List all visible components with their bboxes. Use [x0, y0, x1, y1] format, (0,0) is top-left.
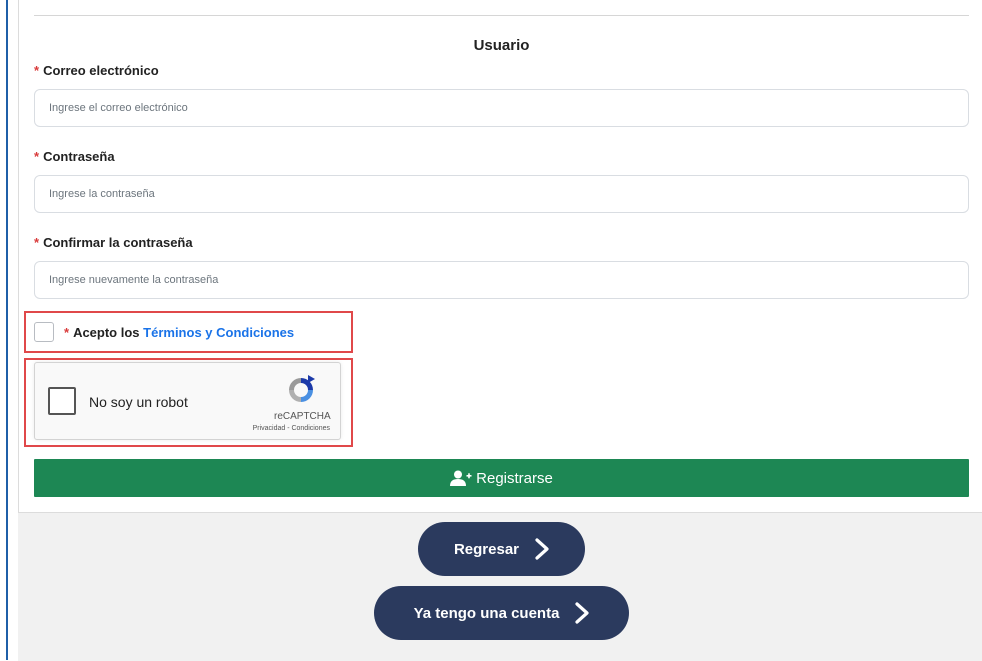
page-left-border: [6, 0, 8, 660]
captcha-checkbox[interactable]: [48, 387, 76, 415]
section-title: Usuario: [473, 37, 530, 54]
register-button[interactable]: Registrarse: [34, 459, 969, 497]
have-account-button[interactable]: Ya tengo una cuenta: [374, 586, 629, 640]
chevron-right-icon: [535, 538, 549, 560]
captcha-privacy-links[interactable]: Privacidad - Condiciones: [238, 425, 330, 432]
required-marker: *: [34, 149, 40, 164]
captcha-label: No soy un robot: [89, 394, 188, 410]
terms-prefix: Acepto los: [73, 325, 140, 340]
confirm-password-label: * Confirmar la contraseña: [34, 235, 193, 250]
email-field[interactable]: [34, 89, 969, 127]
password-label-text: Contraseña: [43, 149, 115, 164]
email-label: * Correo electrónico: [34, 63, 159, 78]
register-button-label: Registrarse: [476, 469, 553, 487]
required-marker: *: [34, 235, 40, 250]
password-field[interactable]: [34, 175, 969, 213]
user-plus-icon: [450, 470, 472, 486]
recaptcha-logo-icon: [289, 375, 315, 402]
confirm-password-label-text: Confirmar la contraseña: [43, 235, 193, 250]
confirm-password-field[interactable]: [34, 261, 969, 299]
captcha-brand: reCAPTCHA: [274, 411, 331, 422]
terms-label: * Acepto los Términos y Condiciones: [64, 325, 294, 340]
terms-link[interactable]: Términos y Condiciones: [143, 325, 294, 340]
back-button-label: Regresar: [453, 540, 520, 558]
have-account-button-label: Ya tengo una cuenta: [413, 604, 560, 622]
required-marker: *: [64, 325, 70, 340]
chevron-right-icon: [575, 602, 590, 624]
required-marker: *: [34, 63, 40, 78]
section-divider: [34, 15, 969, 16]
password-label: * Contraseña: [34, 149, 115, 164]
back-button[interactable]: Regresar: [418, 522, 585, 576]
email-label-text: Correo electrónico: [43, 63, 159, 78]
terms-checkbox[interactable]: [34, 322, 54, 342]
